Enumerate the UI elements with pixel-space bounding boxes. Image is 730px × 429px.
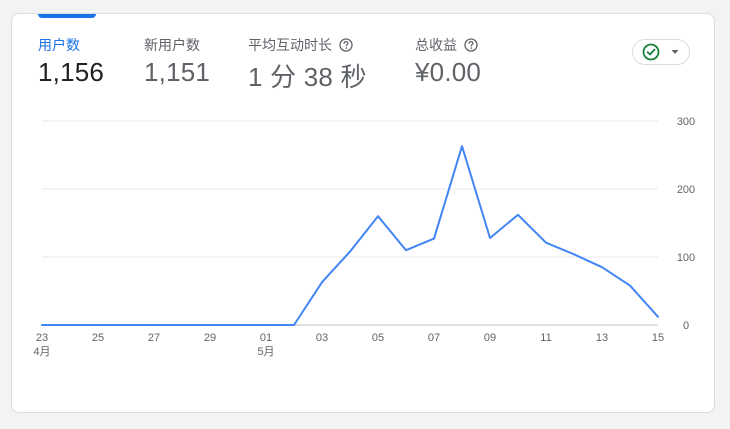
y-tick-label: 300 (677, 116, 695, 128)
x-tick-label: 05 (372, 332, 384, 344)
x-tick-label: 23 (36, 332, 48, 344)
chart-svg: 300 200 100 0 23 25 27 29 01 03 05 07 09 11 13 15 4月 5月 (33, 116, 695, 358)
y-tick-label: 200 (677, 184, 695, 196)
x-tick-label: 29 (204, 332, 216, 344)
metrics-card: 用户数 1,156 新用户数 1,151 平均互动时长 1 分 38 秒 总收益… (11, 13, 715, 413)
x-tick-label: 25 (92, 332, 104, 344)
x-tick-label: 09 (484, 332, 496, 344)
x-tick-label: 03 (316, 332, 328, 344)
y-tick-label: 100 (677, 252, 695, 264)
x-tick-label: 11 (540, 332, 551, 344)
x-tick-label: 27 (148, 332, 160, 344)
series-line (41, 145, 659, 326)
x-tick-label: 01 (260, 332, 272, 344)
x-tick-label: 13 (596, 332, 608, 344)
x-month-label: 4月 (33, 346, 50, 358)
users-line-chart: 300 200 100 0 23 25 27 29 01 03 05 07 09 11 13 15 4月 5月 (12, 14, 714, 412)
x-tick-label: 15 (652, 332, 664, 344)
x-month-label: 5月 (257, 346, 274, 358)
y-tick-label: 0 (683, 320, 689, 332)
x-tick-label: 07 (428, 332, 440, 344)
